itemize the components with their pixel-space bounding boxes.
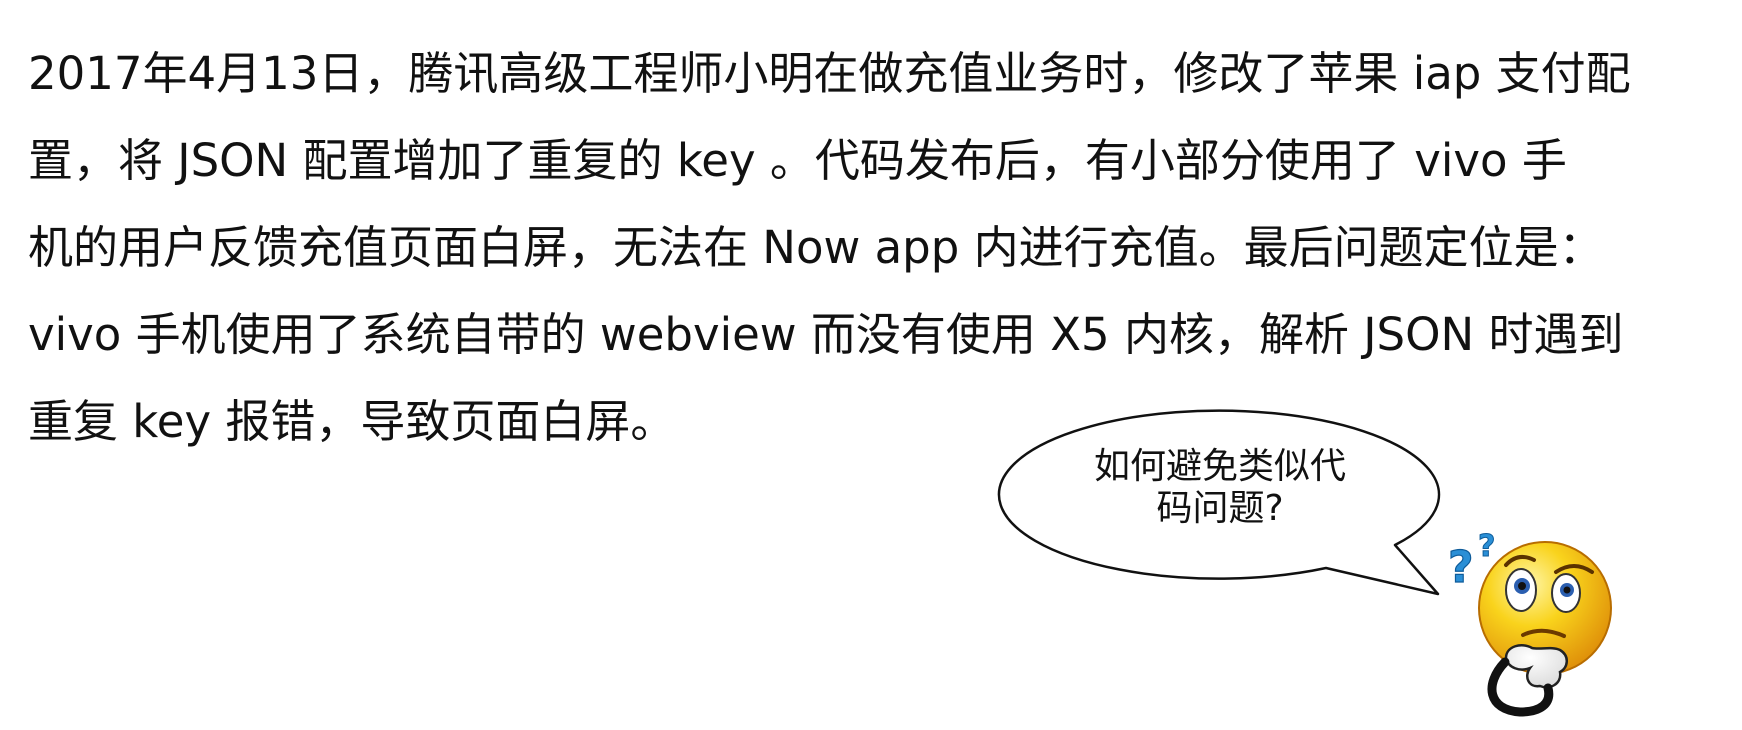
paragraph-line-3: 机的用户反馈充值页面白屏，无法在 Now app 内进行充值。最后问题定位是： — [28, 221, 1604, 274]
speech-bubble-line-1: 如何避免类似代 — [1093, 446, 1346, 487]
speech-bubble-line-2: 码问题? — [1156, 488, 1284, 529]
question-mark-icon: ? — [1448, 542, 1474, 593]
thinking-emoji-icon: ? ? — [1447, 529, 1612, 717]
paragraph-line-5: 重复 key 报错，导致页面白屏。 — [28, 395, 676, 448]
paragraph-line-1: 2017年4月13日，腾讯高级工程师小明在做充值业务时，修改了苹果 iap 支付… — [28, 47, 1631, 100]
paragraph-line-4: vivo 手机使用了系统自带的 webview 而没有使用 X5 内核，解析 J… — [28, 308, 1624, 361]
speech-bubble-text: 如何避免类似代 码问题? — [1000, 446, 1440, 530]
story-paragraph: 2017年4月13日，腾讯高级工程师小明在做充值业务时，修改了苹果 iap 支付… — [28, 30, 1728, 465]
question-mark-small-icon: ? — [1478, 529, 1495, 564]
paragraph-line-2: 置，将 JSON 配置增加了重复的 key 。代码发布后，有小部分使用了 viv… — [28, 134, 1567, 187]
